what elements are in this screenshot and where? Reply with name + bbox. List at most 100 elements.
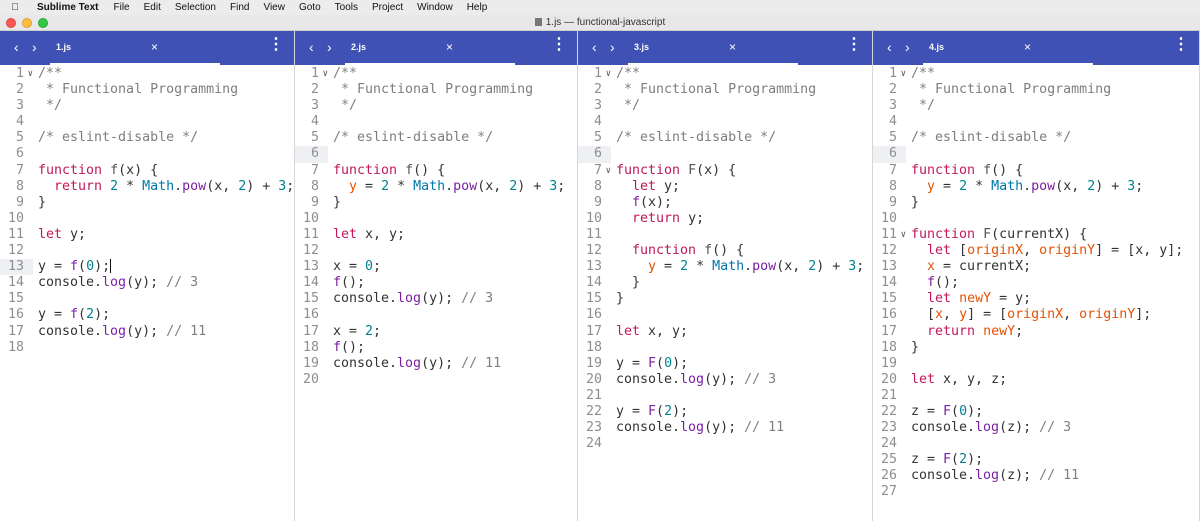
code-line[interactable]: 7 function f() { xyxy=(873,163,1199,179)
code-line[interactable]: 2 * Functional Programming xyxy=(873,82,1199,98)
chevron-left-icon[interactable]: ‹ xyxy=(14,39,19,55)
code-line[interactable]: 14 } xyxy=(578,275,872,291)
code-line[interactable]: 7 function f(x) { xyxy=(0,163,294,179)
apple-icon[interactable]:  xyxy=(0,2,30,13)
code-line[interactable]: 3 */ xyxy=(0,98,294,114)
code-line[interactable]: 11 ∨ function F(currentX) { xyxy=(873,227,1199,243)
tab-3[interactable]: 3.js × xyxy=(628,31,798,65)
code-line[interactable]: 18 xyxy=(0,340,294,356)
code-line[interactable]: 2 * Functional Programming xyxy=(295,82,577,98)
code-line[interactable]: 2 * Functional Programming xyxy=(0,82,294,98)
code-line[interactable]: 11 let y; xyxy=(0,227,294,243)
code-line[interactable]: 17 x = 2; xyxy=(295,324,577,340)
code-line[interactable]: 27 xyxy=(873,484,1199,500)
code-line[interactable]: 25 z = F(2); xyxy=(873,452,1199,468)
code-line[interactable]: 13 y = 2 * Math.pow(x, 2) + 3; xyxy=(578,259,872,275)
code-line[interactable]: 13 x = currentX; xyxy=(873,259,1199,275)
code-line[interactable]: 20 let x, y, z; xyxy=(873,372,1199,388)
code-line[interactable]: 5 /* eslint-disable */ xyxy=(578,130,872,146)
code-line[interactable]: 12 xyxy=(0,243,294,259)
code-line[interactable]: 9} xyxy=(873,195,1199,211)
code-line[interactable]: 8 let y; xyxy=(578,179,872,195)
chevron-left-icon[interactable]: ‹ xyxy=(309,39,314,55)
code-editor[interactable]: 1 ∨/** 2 * Functional Programming 3 */4 5/* … xyxy=(295,65,577,388)
code-line[interactable]: 17 return newY; xyxy=(873,324,1199,340)
menu-window[interactable]: Window xyxy=(417,2,453,13)
menu-file[interactable]: File xyxy=(114,2,130,13)
code-line[interactable]: 20 xyxy=(295,372,577,388)
more-vertical-icon[interactable]: ⋮ xyxy=(846,37,862,53)
code-line[interactable]: 15 let newY = y; xyxy=(873,291,1199,307)
code-line[interactable]: 6 xyxy=(873,146,1199,163)
code-line[interactable]: 19 xyxy=(873,356,1199,372)
code-line[interactable]: 6 xyxy=(0,146,294,162)
code-line[interactable]: 18} xyxy=(873,340,1199,356)
code-line[interactable]: 13 x = 0; xyxy=(295,259,577,275)
chevron-right-icon[interactable]: › xyxy=(610,39,615,55)
code-line[interactable]: 24 xyxy=(578,436,872,452)
chevron-left-icon[interactable]: ‹ xyxy=(592,39,597,55)
code-line[interactable]: 16 xyxy=(578,307,872,323)
code-line[interactable]: 18 f(); xyxy=(295,340,577,356)
code-line[interactable]: 21 xyxy=(578,388,872,404)
code-line[interactable]: 15 console.log(y); // 3 xyxy=(295,291,577,307)
close-icon[interactable]: × xyxy=(151,40,158,54)
code-line[interactable]: 1 ∨/** xyxy=(0,66,294,82)
fold-chevron-icon[interactable]: ∨ xyxy=(901,227,906,243)
code-line[interactable]: 10 return y; xyxy=(578,211,872,227)
close-icon[interactable]: × xyxy=(446,40,453,54)
code-line[interactable]: 21 xyxy=(873,388,1199,404)
code-line[interactable]: 7 function f() { xyxy=(295,163,577,179)
code-line[interactable]: 12 xyxy=(295,243,577,259)
code-line[interactable]: 3 */ xyxy=(873,98,1199,114)
code-line[interactable]: 6 xyxy=(295,146,577,163)
code-line[interactable]: 23 console.log(z); // 3 xyxy=(873,420,1199,436)
code-line[interactable]: 16 [x, y] = [originX, originY]; xyxy=(873,307,1199,323)
chevron-right-icon[interactable]: › xyxy=(32,39,37,55)
code-line[interactable]: 8 y = 2 * Math.pow(x, 2) + 3; xyxy=(873,179,1199,195)
code-line[interactable]: 22 y = F(2); xyxy=(578,404,872,420)
code-line[interactable]: 9 f(x); xyxy=(578,195,872,211)
code-line[interactable]: 9} xyxy=(295,195,577,211)
fold-chevron-icon[interactable]: ∨ xyxy=(28,66,33,82)
code-line[interactable]: 10 xyxy=(0,211,294,227)
code-line[interactable]: 16 xyxy=(295,307,577,323)
fold-chevron-icon[interactable]: ∨ xyxy=(323,66,328,82)
code-line[interactable]: 23 console.log(y); // 11 xyxy=(578,420,872,436)
menu-selection[interactable]: Selection xyxy=(175,2,216,13)
code-line[interactable]: 6 xyxy=(578,146,872,163)
code-line[interactable]: 26 console.log(z); // 11 xyxy=(873,468,1199,484)
code-line[interactable]: 5 /* eslint-disable */ xyxy=(0,130,294,146)
code-editor[interactable]: 1 ∨/** 2 * Functional Programming 3 */4 5/* … xyxy=(578,65,872,452)
fold-chevron-icon[interactable]: ∨ xyxy=(606,163,611,179)
code-line[interactable]: 4 xyxy=(0,114,294,130)
code-line[interactable]: 17 let x, y; xyxy=(578,324,872,340)
menu-view[interactable]: View xyxy=(263,2,285,13)
tab-2[interactable]: 2.js × xyxy=(345,31,515,65)
code-editor[interactable]: 1 ∨/** 2 * Functional Programming 3 */4 5/* … xyxy=(873,65,1199,501)
code-line[interactable]: 3 */ xyxy=(295,98,577,114)
code-editor[interactable]: 1 ∨/** 2 * Functional Programming 3 */4 5/* … xyxy=(0,65,294,356)
fold-chevron-icon[interactable]: ∨ xyxy=(901,66,906,82)
code-line[interactable]: 15} xyxy=(578,291,872,307)
code-line[interactable]: 3 */ xyxy=(578,98,872,114)
code-line[interactable]: 14 f(); xyxy=(295,275,577,291)
code-line[interactable]: 9} xyxy=(0,195,294,211)
code-line[interactable]: 1 ∨/** xyxy=(578,66,872,82)
code-line[interactable]: 4 xyxy=(578,114,872,130)
code-line[interactable]: 18 xyxy=(578,340,872,356)
code-line[interactable]: 14 console.log(y); // 3 xyxy=(0,275,294,291)
code-line[interactable]: 11 xyxy=(578,227,872,243)
code-line[interactable]: 5 /* eslint-disable */ xyxy=(873,130,1199,146)
code-line[interactable]: 2 * Functional Programming xyxy=(578,82,872,98)
code-line[interactable]: 19 y = F(0); xyxy=(578,356,872,372)
chevron-right-icon[interactable]: › xyxy=(905,39,910,55)
code-line[interactable]: 10 xyxy=(295,211,577,227)
chevron-right-icon[interactable]: › xyxy=(327,39,332,55)
menu-edit[interactable]: Edit xyxy=(144,2,161,13)
code-line[interactable]: 24 xyxy=(873,436,1199,452)
code-line[interactable]: 22 z = F(0); xyxy=(873,404,1199,420)
chevron-left-icon[interactable]: ‹ xyxy=(887,39,892,55)
menu-tools[interactable]: Tools xyxy=(335,2,358,13)
more-vertical-icon[interactable]: ⋮ xyxy=(1173,37,1189,53)
